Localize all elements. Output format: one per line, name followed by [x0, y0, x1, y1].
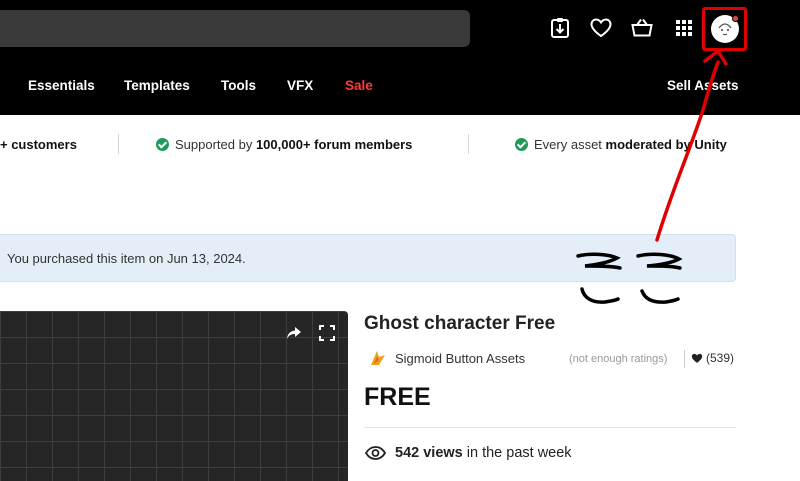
annotation-scribble	[580, 287, 620, 304]
check-circle-icon	[156, 138, 169, 151]
ratings-divider	[684, 350, 685, 368]
annotation-scribble	[640, 289, 680, 304]
divider	[364, 427, 736, 428]
heart-icon[interactable]	[589, 16, 613, 40]
nav-tools[interactable]: Tools	[221, 78, 256, 93]
search-input[interactable]	[0, 10, 470, 47]
trust-forum-members: Supported by 100,000+ forum members	[156, 137, 412, 152]
publisher-logo-icon	[368, 348, 388, 368]
avatar-button[interactable]	[702, 7, 747, 51]
nav-essentials[interactable]: Essentials	[28, 78, 95, 93]
download-icon[interactable]	[548, 16, 572, 40]
product-title: Ghost character Free	[364, 313, 556, 334]
sell-assets-link[interactable]: Sell Assets	[667, 78, 739, 93]
views-stat: 542 views in the past week	[365, 445, 572, 461]
publisher-link[interactable]: Sigmoid Button Assets	[395, 351, 525, 366]
trust-divider	[468, 134, 469, 154]
trust-customers: + customers	[0, 137, 77, 152]
nav-templates[interactable]: Templates	[124, 78, 190, 93]
likes-count[interactable]: (539)	[691, 351, 734, 365]
share-icon[interactable]	[283, 322, 305, 344]
eye-icon	[365, 446, 386, 460]
notification-dot	[732, 15, 739, 22]
apps-grid-icon[interactable]	[672, 16, 696, 40]
trust-moderated: Every asset moderated by Unity	[515, 137, 727, 152]
top-navigation-bar: Essentials Templates Tools VFX Sale Sell…	[0, 0, 800, 115]
price-label: FREE	[364, 383, 431, 411]
heart-icon	[691, 353, 703, 363]
purchase-banner: You purchased this item on Jun 13, 2024.	[0, 234, 736, 282]
fullscreen-icon[interactable]	[316, 322, 338, 344]
trust-divider	[118, 134, 119, 154]
nav-sale[interactable]: Sale	[345, 78, 373, 93]
ratings-text: (not enough ratings)	[569, 353, 668, 365]
purchase-banner-text: You purchased this item on Jun 13, 2024.	[7, 251, 246, 266]
basket-icon[interactable]	[630, 16, 654, 40]
nav-vfx[interactable]: VFX	[287, 78, 313, 93]
check-circle-icon	[515, 138, 528, 151]
